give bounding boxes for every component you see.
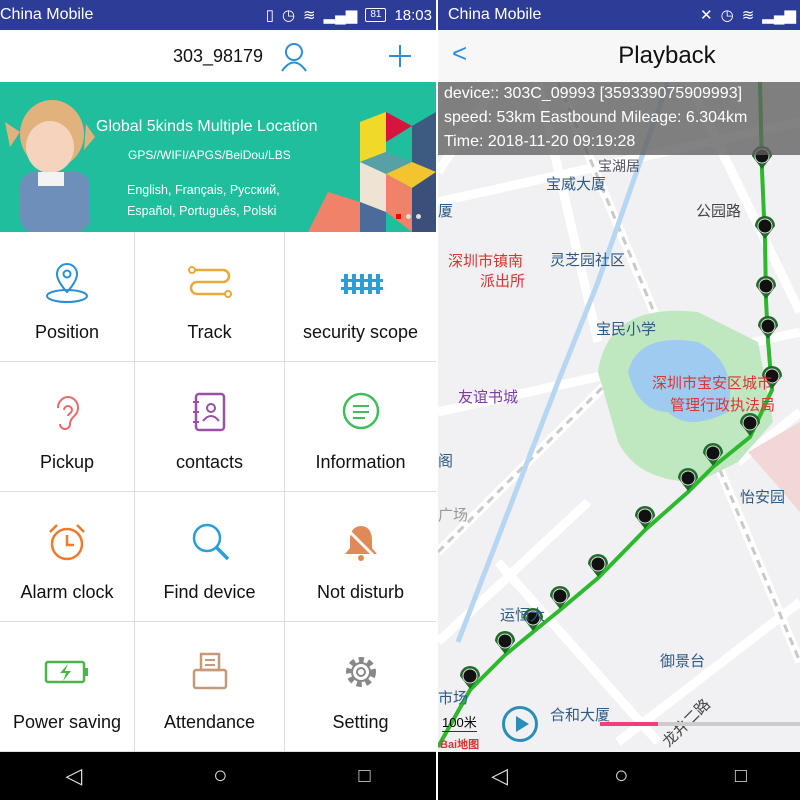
- clock: 18:03: [394, 6, 432, 24]
- banner-headline: Global 5kinds Multiple Location: [96, 118, 318, 135]
- bell-muted-icon: [342, 524, 379, 562]
- banner-languages: English, Français, Русский, Español, Por…: [127, 183, 280, 218]
- chat-bubble-icon: [342, 392, 379, 430]
- map-label: 广场: [438, 507, 469, 524]
- map-label: 厦: [438, 203, 454, 220]
- gear-icon: [345, 657, 376, 687]
- device-id: device:: 303C_09993 [359339075909993]: [444, 85, 743, 102]
- menu-not-disturb[interactable]: Not disturb: [285, 492, 436, 622]
- map-label: 深圳市镇南: [448, 253, 524, 270]
- attendance-icon: [192, 652, 227, 690]
- fence-icon: [340, 274, 383, 294]
- menu-information[interactable]: Information: [285, 362, 436, 492]
- app-header: < Playback: [438, 30, 800, 82]
- map-label: 市场: [438, 690, 469, 707]
- wifi-icon: ≋: [303, 7, 316, 24]
- scale-bar: 100米: [442, 712, 477, 732]
- menu-find-device[interactable]: Find device: [135, 492, 285, 622]
- app-header: 303_98179: [0, 30, 436, 82]
- play-icon: [515, 716, 529, 732]
- magnifier-icon: [192, 523, 229, 561]
- map-label: 管理行政执法局: [670, 397, 776, 414]
- map-label: 御景台: [660, 653, 706, 670]
- carrier: China Mobile: [0, 6, 94, 23]
- device-info-panel: device:: 303C_09993 [359339075909993] sp…: [438, 82, 800, 155]
- plus-icon[interactable]: [388, 44, 412, 68]
- nav-bar: ◁ ○ □: [0, 752, 436, 800]
- alarm-clock-icon: [49, 524, 85, 561]
- home-nav-icon[interactable]: ○: [614, 762, 629, 790]
- map-label: 友谊书城: [458, 389, 519, 406]
- home-nav-icon[interactable]: ○: [213, 762, 228, 790]
- speed-mileage: speed: 53km Eastbound Mileage: 6.304km: [444, 109, 748, 126]
- wifi-icon: ≋: [741, 7, 755, 24]
- battery-charging-icon: [44, 660, 88, 684]
- mute-icon: ✕: [700, 7, 713, 24]
- carousel-dot-active[interactable]: [396, 214, 401, 219]
- menu-alarm-clock[interactable]: Alarm clock: [0, 492, 135, 622]
- location-pin-icon: [46, 262, 88, 303]
- menu-power-saving[interactable]: Power saving: [0, 622, 135, 752]
- back-nav-icon[interactable]: ◁: [65, 763, 82, 789]
- map-view[interactable]: 宝湖居 宝威大厦 厦 公园路 深圳市镇南 派出所 灵芝园社区 宝民小学 友谊书城…: [438, 82, 800, 752]
- carousel-dot[interactable]: [406, 214, 411, 219]
- carrier: China Mobile: [448, 6, 542, 23]
- playback-screen: China Mobile ✕ ◷ ≋ ▂▄▆ < Playback 宝湖居 宝威…: [438, 0, 800, 800]
- play-button[interactable]: [502, 706, 538, 742]
- status-bar: China Mobile ▯ ◷ ≋ ▂▄▆ 81 18:03: [0, 0, 436, 30]
- ear-icon: [57, 396, 80, 430]
- alarm-icon: ◷: [281, 7, 296, 24]
- nav-bar: ◁ ○ □: [438, 752, 800, 800]
- carousel-dot[interactable]: [416, 214, 421, 219]
- track-route-icon: [187, 266, 232, 298]
- playback-progress-fill: [600, 722, 658, 726]
- map-label: 宝民小学: [596, 321, 657, 338]
- map-label: 阁: [438, 453, 454, 470]
- map-label: 深圳市宝安区城市: [652, 375, 773, 392]
- baidu-logo: Bai地图: [440, 739, 480, 751]
- track-point-marker[interactable]: [756, 275, 776, 299]
- playback-progress-bar[interactable]: [600, 722, 800, 726]
- device-name[interactable]: 303_98179: [173, 46, 263, 67]
- menu-contacts[interactable]: contacts: [135, 362, 285, 492]
- menu-attendance[interactable]: Attendance: [135, 622, 285, 752]
- menu-track[interactable]: Track: [135, 232, 285, 362]
- map-label: 怡安园: [740, 489, 786, 506]
- vibrate-icon: ▯: [265, 7, 274, 24]
- recent-nav-icon[interactable]: □: [358, 765, 370, 788]
- alarm-icon: ◷: [720, 7, 734, 24]
- home-screen: China Mobile ▯ ◷ ≋ ▂▄▆ 81 18:03 303_9817…: [0, 0, 436, 800]
- user-icon[interactable]: [280, 42, 308, 72]
- map-label: 派出所: [480, 273, 526, 290]
- map-label: 公园路: [696, 203, 742, 220]
- signal-icon: ▂▄▆: [762, 7, 796, 24]
- map-label: 灵芝园社区: [550, 252, 626, 269]
- map-label: 运恒大: [500, 607, 546, 624]
- menu-pickup[interactable]: Pickup: [0, 362, 135, 492]
- banner-methods: GPS//WIFI/APGS/BeiDou/LBS: [128, 148, 291, 162]
- contacts-book-icon: [192, 392, 225, 432]
- signal-icon: ▂▄▆: [323, 7, 358, 24]
- timestamp: Time: 2018-11-20 09:19:28: [444, 133, 636, 150]
- battery-icon: 81: [365, 8, 387, 22]
- promo-banner[interactable]: Global 5kinds Multiple Location GPS//WIF…: [0, 82, 436, 232]
- child-photo: [5, 100, 95, 232]
- map-canvas[interactable]: [438, 82, 800, 752]
- back-icon[interactable]: <: [452, 38, 467, 69]
- map-label: 宝威大厦: [546, 176, 607, 193]
- page-title: Playback: [618, 42, 716, 69]
- menu-position[interactable]: Position: [0, 232, 135, 362]
- status-bar: China Mobile ✕ ◷ ≋ ▂▄▆: [438, 0, 800, 30]
- recent-nav-icon[interactable]: □: [735, 765, 747, 788]
- feature-grid: Position Track security scope Pickup con…: [0, 232, 436, 752]
- back-nav-icon[interactable]: ◁: [491, 763, 508, 789]
- menu-security-scope[interactable]: security scope: [285, 232, 436, 362]
- menu-setting[interactable]: Setting: [285, 622, 436, 752]
